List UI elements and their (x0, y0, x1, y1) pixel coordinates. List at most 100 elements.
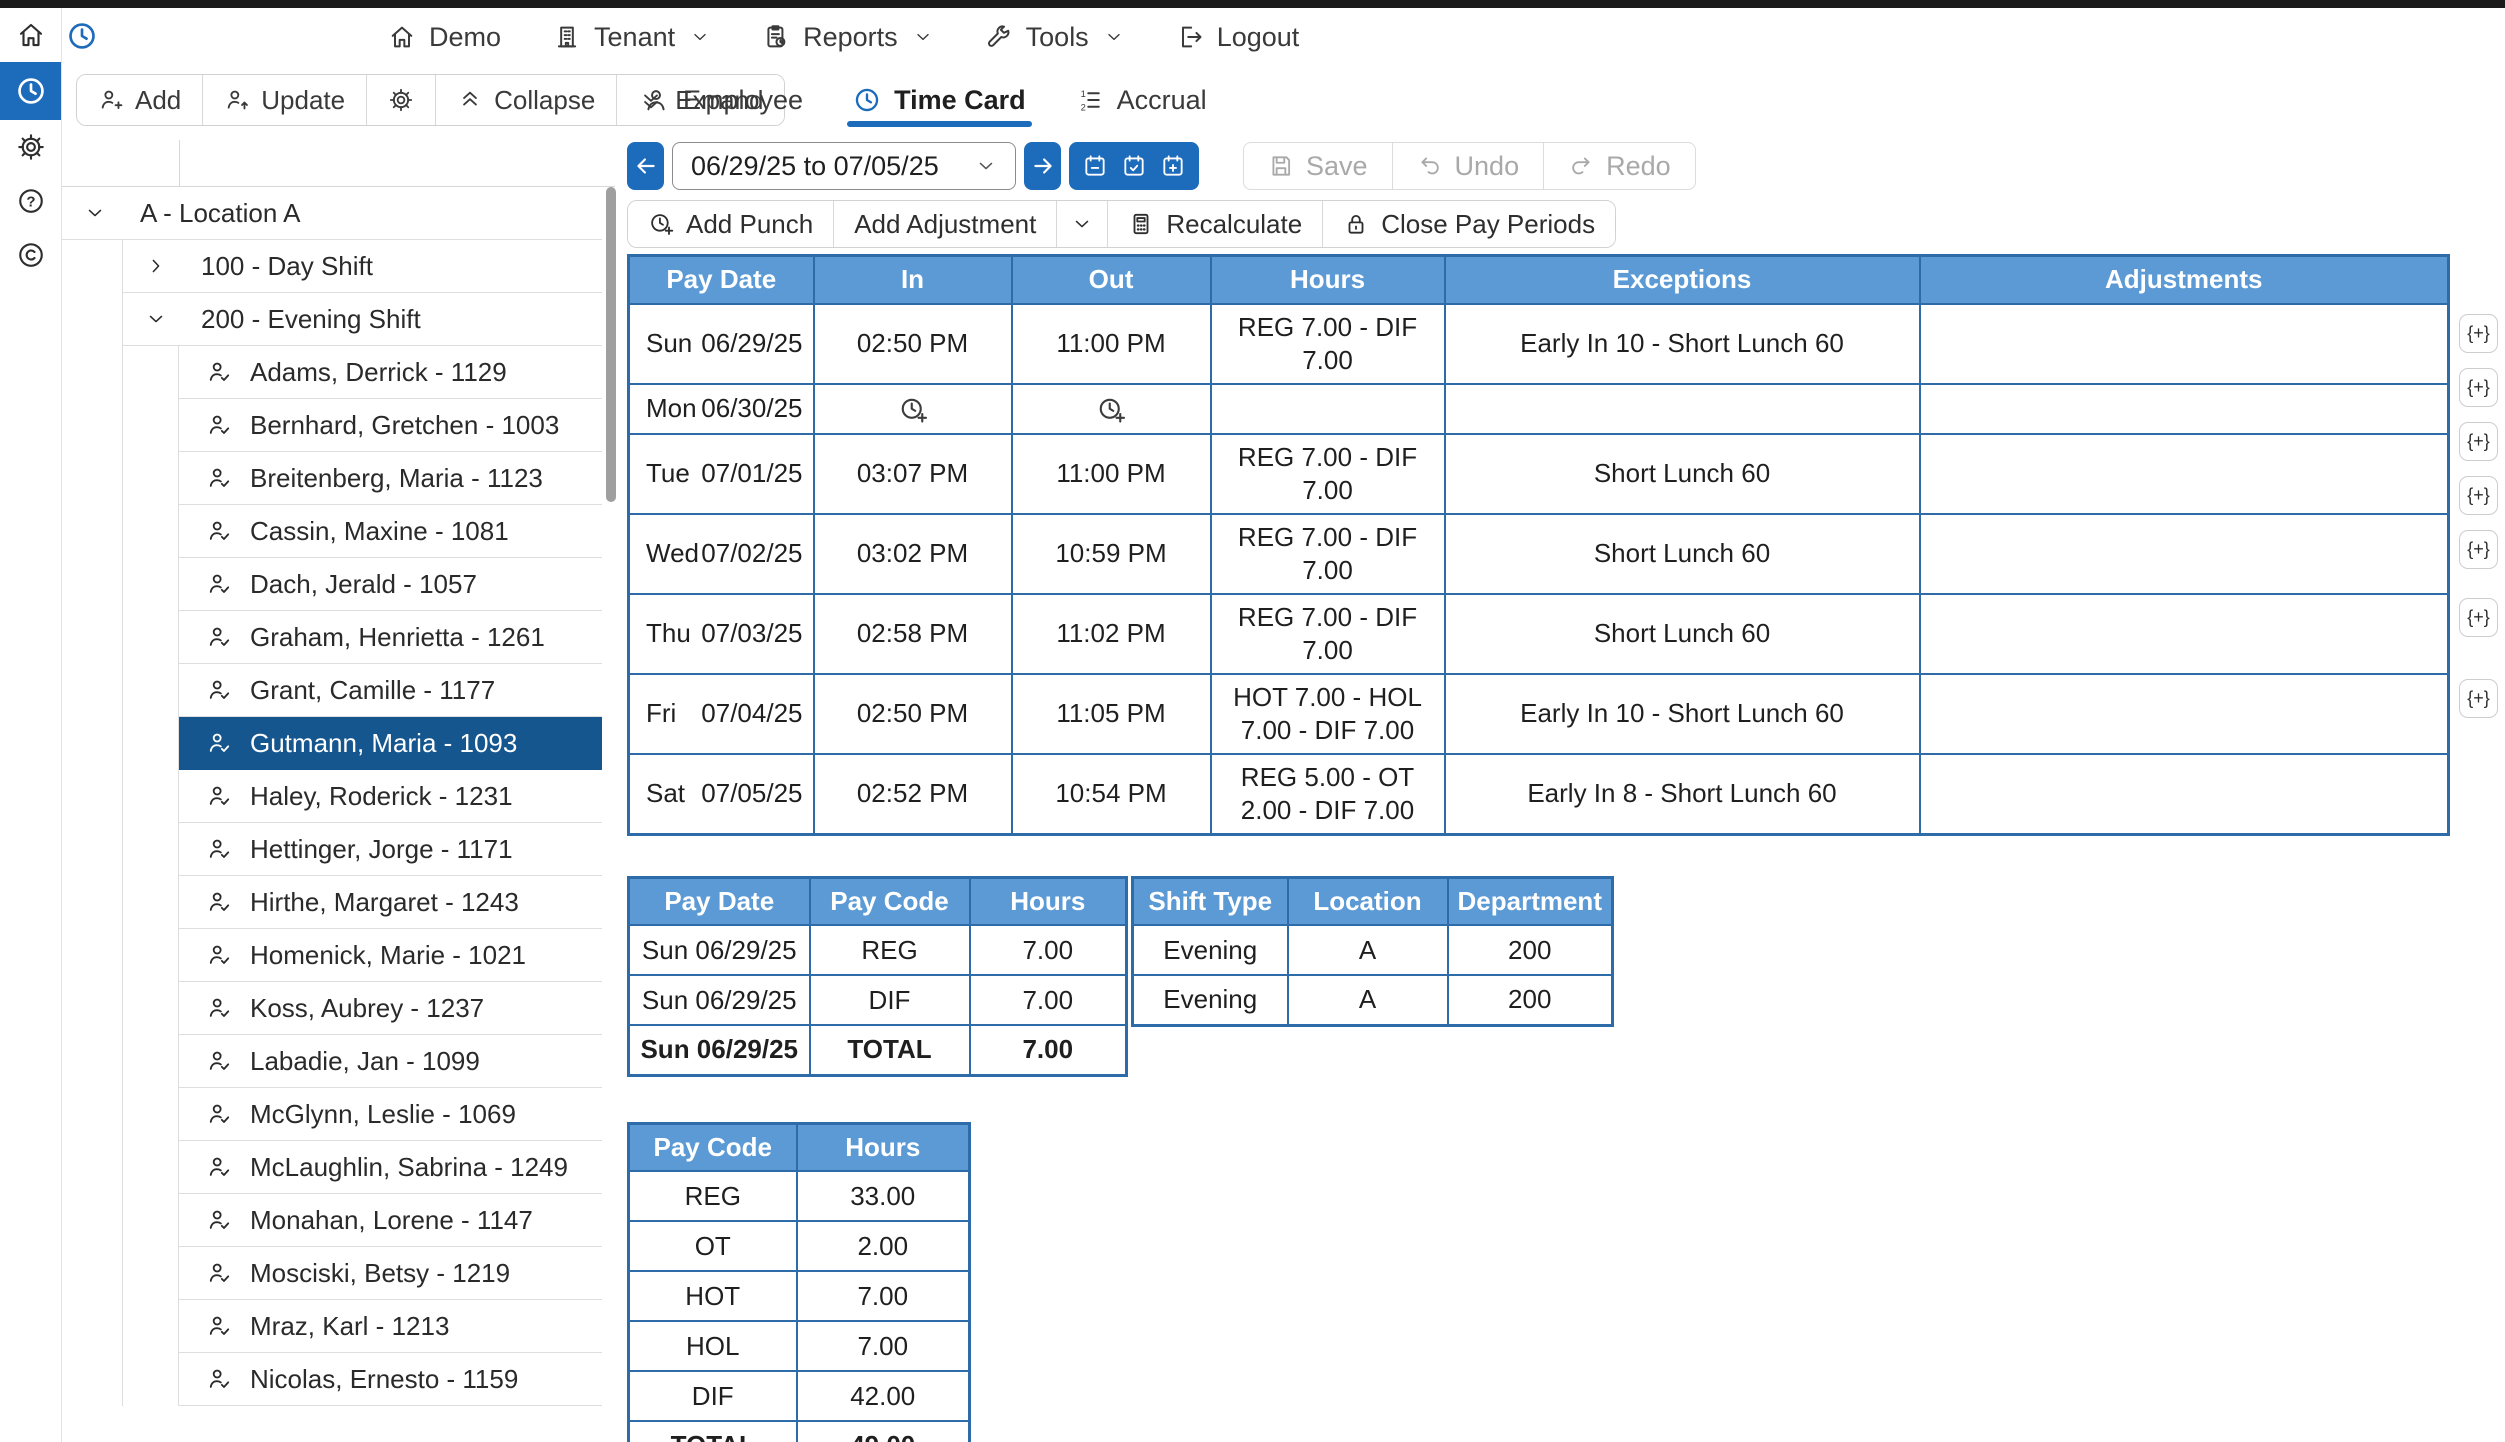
in-punch-cell[interactable]: 02:50 PM (814, 304, 1012, 384)
employee-item[interactable]: Homenick, Marie - 1021 (179, 929, 602, 982)
employee-item[interactable]: Monahan, Lorene - 1147 (179, 1194, 602, 1247)
person-check-icon (206, 1154, 232, 1180)
tab-accrual[interactable]: Accrual (1076, 85, 1207, 116)
employee-item[interactable]: Haley, Roderick - 1231 (179, 770, 602, 823)
employee-item[interactable]: Adams, Derrick - 1129 (179, 346, 602, 399)
add-row-adjustment-button[interactable]: {+} (2459, 679, 2498, 718)
sidebar-home-button[interactable] (0, 8, 61, 62)
collapse-tree-button[interactable]: Collapse (436, 75, 617, 125)
copyright-icon (16, 240, 46, 270)
employee-item[interactable]: Hirthe, Margaret - 1243 (179, 876, 602, 929)
out-punch-cell[interactable]: 10:59 PM (1012, 514, 1211, 594)
add-row-adjustment-button[interactable]: {+} (2459, 368, 2498, 407)
shift-type-cell: Evening (1133, 975, 1288, 1025)
pay-period-range-value: 06/29/25 to 07/05/25 (691, 151, 939, 182)
add-adjustment-dropdown-button[interactable] (1057, 201, 1108, 247)
tree-item-location[interactable]: A - Location A (62, 187, 602, 240)
tab-time-card[interactable]: Time Card (853, 85, 1026, 116)
tree-item-evening-shift[interactable]: 200 - Evening Shift (123, 293, 602, 346)
timecard-header-row: Pay Date In Out Hours Exceptions Adjustm… (629, 256, 2449, 304)
out-punch-cell[interactable]: 10:54 PM (1012, 754, 1211, 835)
in-punch-cell[interactable]: 03:07 PM (814, 434, 1012, 514)
save-button[interactable]: Save (1244, 143, 1393, 189)
employee-item[interactable]: Graham, Henrietta - 1261 (179, 611, 602, 664)
pay-period-select[interactable]: 06/29/25 to 07/05/25 (672, 142, 1016, 190)
out-punch-cell[interactable]: 11:00 PM (1012, 434, 1211, 514)
app-sidebar-rail (0, 8, 62, 1442)
add-row-adjustment-button[interactable]: {+} (2459, 476, 2498, 515)
employee-item[interactable]: Bernhard, Gretchen - 1003 (179, 399, 602, 452)
in-punch-cell[interactable]: 03:02 PM (814, 514, 1012, 594)
employee-item[interactable]: Koss, Aubrey - 1237 (179, 982, 602, 1035)
tree-settings-button[interactable] (367, 75, 436, 125)
update-employee-button[interactable]: Update (203, 75, 367, 125)
column-header-hours: Hours (797, 1123, 970, 1171)
employee-item[interactable]: Nicolas, Ernesto - 1159 (179, 1353, 602, 1406)
add-adjustment-button[interactable]: Add Adjustment (834, 201, 1057, 247)
calendar-minus-icon[interactable] (1082, 153, 1108, 179)
sidebar-about-button[interactable] (0, 228, 61, 282)
add-punch-icon[interactable] (1096, 395, 1126, 425)
close-pay-periods-button[interactable]: Close Pay Periods (1323, 201, 1615, 247)
out-punch-cell[interactable]: 11:05 PM (1012, 674, 1211, 754)
chevron-down-icon (975, 155, 997, 177)
nav-item-demo[interactable]: Demo (388, 22, 501, 53)
person-check-icon (206, 677, 232, 703)
collapse-button-label: Collapse (494, 85, 595, 116)
add-employee-button[interactable]: Add (77, 75, 203, 125)
summary-total-row: TOTAL 49.00 (629, 1421, 970, 1442)
calculator-icon (1128, 211, 1154, 237)
department-cell: 200 (1448, 925, 1613, 975)
employee-item[interactable]: Dach, Jerald - 1057 (179, 558, 602, 611)
tree-item-day-shift[interactable]: 100 - Day Shift (123, 240, 602, 293)
employee-item[interactable]: Hettinger, Jorge - 1171 (179, 823, 602, 876)
nav-item-reports[interactable]: Reports (762, 22, 933, 53)
employee-item[interactable]: McGlynn, Leslie - 1069 (179, 1088, 602, 1141)
in-punch-cell[interactable]: 02:58 PM (814, 594, 1012, 674)
add-punch-button[interactable]: Add Punch (628, 201, 834, 247)
person-up-icon (224, 87, 250, 113)
employee-item[interactable]: Mraz, Karl - 1213 (179, 1300, 602, 1353)
calendar-check-icon[interactable] (1121, 153, 1147, 179)
nav-item-tools[interactable]: Tools (985, 22, 1124, 53)
report-clipboard-icon (762, 23, 790, 51)
summary-header-row: Pay Code Hours (629, 1123, 970, 1171)
sidebar-time-card-button[interactable] (0, 62, 61, 120)
hours-cell: REG 7.00 - DIF 7.00 (1211, 514, 1445, 594)
employee-item[interactable]: Labadie, Jan - 1099 (179, 1035, 602, 1088)
add-row-adjustment-button[interactable]: {+} (2459, 422, 2498, 461)
recalculate-button[interactable]: Recalculate (1108, 201, 1323, 247)
previous-period-button[interactable] (627, 142, 664, 190)
calendar-plus-icon[interactable] (1160, 153, 1186, 179)
employee-item[interactable]: Grant, Camille - 1177 (179, 664, 602, 717)
employee-item[interactable]: Cassin, Maxine - 1081 (179, 505, 602, 558)
employee-item-selected[interactable]: Gutmann, Maria - 1093 (179, 717, 602, 770)
nav-item-tenant[interactable]: Tenant (553, 22, 710, 53)
tree-scrollbar-track[interactable] (606, 187, 616, 1442)
out-punch-cell[interactable]: 11:00 PM (1012, 304, 1211, 384)
add-row-adjustment-button[interactable]: {+} (2459, 314, 2498, 353)
tab-employee-label: Employee (683, 85, 803, 116)
hours-cell: 7.00 (797, 1321, 970, 1371)
sidebar-settings-button[interactable] (0, 120, 61, 174)
tab-employee[interactable]: Employee (642, 85, 803, 116)
sidebar-help-button[interactable] (0, 174, 61, 228)
employee-item[interactable]: Mosciski, Betsy - 1219 (179, 1247, 602, 1300)
in-punch-cell[interactable]: 02:50 PM (814, 674, 1012, 754)
next-period-button[interactable] (1024, 142, 1061, 190)
out-punch-cell[interactable]: 11:02 PM (1012, 594, 1211, 674)
undo-button[interactable]: Undo (1393, 143, 1545, 189)
logout-icon (1176, 23, 1204, 51)
add-punch-icon[interactable] (898, 395, 928, 425)
employee-item[interactable]: Breitenberg, Maria - 1123 (179, 452, 602, 505)
person-check-icon (206, 1313, 232, 1339)
in-punch-cell[interactable]: 02:52 PM (814, 754, 1012, 835)
redo-button[interactable]: Redo (1544, 143, 1695, 189)
exceptions-cell: Early In 10 - Short Lunch 60 (1445, 674, 1920, 754)
nav-item-logout[interactable]: Logout (1176, 22, 1300, 53)
pay-code-cell: OT (629, 1221, 797, 1271)
employee-item[interactable]: McLaughlin, Sabrina - 1249 (179, 1141, 602, 1194)
add-row-adjustment-button[interactable]: {+} (2459, 598, 2498, 637)
add-row-adjustment-button[interactable]: {+} (2459, 530, 2498, 569)
tree-scrollbar-thumb[interactable] (606, 187, 616, 502)
